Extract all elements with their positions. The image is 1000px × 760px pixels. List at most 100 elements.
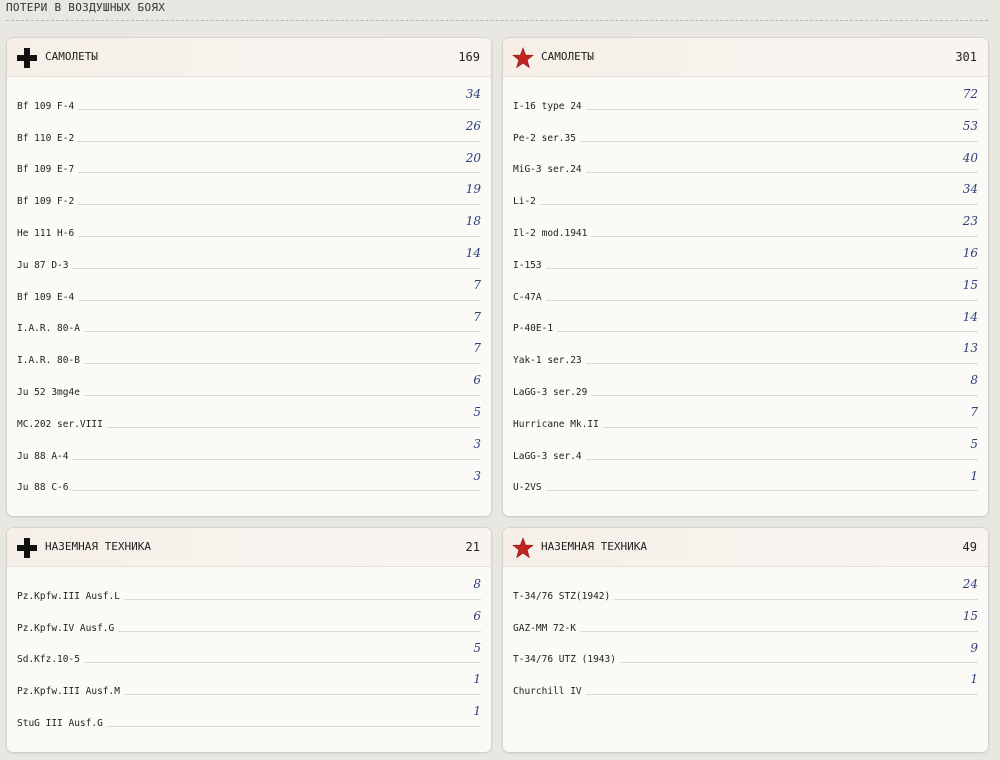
item-name: Ju 87 D-3 [17, 259, 69, 271]
item-name: T-34/76 UTZ (1943) [513, 654, 616, 666]
leader-line [591, 394, 978, 396]
row-list: T-34/76 STZ(1942) 24 GAZ-MM 72-K 15 T-34/76 … [513, 577, 978, 704]
item-count: 7 [473, 277, 481, 292]
item-count: 9 [970, 640, 978, 655]
item-count: 53 [962, 118, 978, 133]
list-item: P-40E-1 14 [513, 310, 978, 342]
list-item: Li-2 34 [513, 182, 978, 214]
leader-line [585, 363, 978, 365]
list-item: I-153 16 [513, 246, 978, 278]
card-total: 169 [458, 50, 480, 64]
item-name: Churchill IV [513, 686, 582, 698]
leader-line [72, 267, 481, 269]
item-name: I.A.R. 80-A [17, 323, 80, 335]
list-item: StuG III Ausf.G 1 [17, 704, 481, 736]
leader-line [78, 108, 481, 110]
item-name: I-16 type 24 [513, 100, 582, 112]
list-item: I.A.R. 80-B 7 [17, 341, 481, 373]
balkenkreuz-icon [17, 538, 37, 558]
item-count: 7 [473, 341, 481, 356]
item-name: C-47A [513, 291, 542, 303]
item-count: 3 [473, 468, 481, 483]
item-name: LaGG-3 ser.4 [513, 450, 582, 462]
list-item: He 111 H-6 18 [17, 214, 481, 246]
card-title: НАЗЕМНАЯ ТЕХНИКА [45, 540, 151, 553]
list-item: Ju 52 3mg4e 6 [17, 373, 481, 405]
list-item: Bf 109 F-4 34 [17, 87, 481, 119]
card-header: НАЗЕМНАЯ ТЕХНИКА 21 [7, 528, 491, 567]
item-name: GAZ-MM 72-K [513, 622, 576, 634]
list-item: C-47A 15 [513, 278, 978, 310]
item-name: Sd.Kfz.10-5 [17, 654, 80, 666]
card-soviet-aircraft: САМОЛЕТЫ 301 I-16 type 24 72 Pe-2 ser.35 53… [503, 38, 988, 516]
item-count: 13 [962, 341, 978, 356]
item-name: T-34/76 STZ(1942) [513, 590, 611, 602]
list-item: Bf 109 F-2 19 [17, 182, 481, 214]
card-title: САМОЛЕТЫ [541, 50, 594, 63]
list-item: Bf 110 E-2 26 [17, 119, 481, 151]
item-count: 15 [962, 277, 978, 292]
row-list: Bf 109 F-4 34 Bf 110 E-2 26 Bf 109 E-7 20 Bf 1… [17, 87, 481, 500]
item-name: MiG-3 ser.24 [513, 164, 582, 176]
item-count: 19 [465, 182, 481, 197]
list-item: T-34/76 UTZ (1943) 9 [513, 641, 978, 673]
leader-line [83, 363, 481, 365]
leader-line [118, 630, 481, 632]
item-count: 7 [473, 309, 481, 324]
item-name: Hurricane Mk.II [513, 418, 599, 430]
leader-line [83, 394, 481, 396]
list-item: LaGG-3 ser.4 5 [513, 437, 978, 469]
item-name: MC.202 ser.VIII [17, 418, 103, 430]
item-name: Yak-1 ser.23 [513, 355, 582, 367]
card-header: САМОЛЕТЫ 169 [7, 38, 491, 77]
balkenkreuz-icon [17, 48, 37, 68]
list-item: MiG-3 ser.24 40 [513, 151, 978, 183]
leader-line [585, 108, 978, 110]
item-count: 8 [473, 577, 481, 591]
list-item: Bf 109 E-4 7 [17, 278, 481, 310]
item-count: 1 [473, 704, 481, 719]
item-name: Pz.Kpfw.III Ausf.L [17, 590, 120, 602]
item-count: 1 [970, 672, 978, 687]
leader-line [585, 458, 978, 460]
item-count: 16 [962, 245, 978, 260]
item-count: 14 [962, 309, 978, 324]
row-list: Pz.Kpfw.III Ausf.L 8 Pz.Kpfw.IV Ausf.G 6 Sd.… [17, 577, 481, 736]
leader-line [83, 662, 481, 664]
item-name: Ju 88 A-4 [17, 450, 69, 462]
row-list: I-16 type 24 72 Pe-2 ser.35 53 MiG-3 ser.24 4… [513, 87, 978, 500]
card-total: 21 [465, 540, 480, 554]
card-soviet-ground: НАЗЕМНАЯ ТЕХНИКА 49 T-34/76 STZ(1942) 24 G… [503, 528, 988, 752]
leader-line [78, 299, 481, 301]
list-item: Ju 88 A-4 3 [17, 437, 481, 469]
item-count: 72 [962, 87, 978, 101]
item-name: I-153 [513, 259, 542, 271]
item-count: 6 [473, 373, 481, 388]
item-count: 18 [465, 214, 481, 229]
list-item: Ju 88 C-6 3 [17, 469, 481, 501]
leader-line [72, 458, 481, 460]
card-header: НАЗЕМНАЯ ТЕХНИКА 49 [503, 528, 988, 567]
list-item: Pz.Kpfw.IV Ausf.G 6 [17, 609, 481, 641]
section-title: ПОТЕРИ В ВОЗДУШНЫХ БОЯХ [6, 0, 988, 21]
item-name: Bf 110 E-2 [17, 132, 75, 144]
list-item: Hurricane Mk.II 7 [513, 405, 978, 437]
list-item: Il-2 mod.1941 23 [513, 214, 978, 246]
item-count: 40 [962, 150, 978, 165]
leader-line [72, 490, 481, 492]
leader-line [83, 331, 481, 333]
list-item: Yak-1 ser.23 13 [513, 341, 978, 373]
leader-line [579, 630, 978, 632]
list-item: U-2VS 1 [513, 469, 978, 501]
item-name: Bf 109 E-7 [17, 164, 75, 176]
item-count: 15 [962, 608, 978, 623]
leader-line [545, 490, 978, 492]
item-count: 24 [962, 577, 978, 591]
card-title: НАЗЕМНАЯ ТЕХНИКА [541, 540, 647, 553]
leader-line [545, 299, 978, 301]
leader-line [557, 331, 978, 333]
item-count: 5 [970, 436, 978, 451]
leader-line [602, 426, 978, 428]
item-name: Bf 109 E-4 [17, 291, 75, 303]
list-item: Pz.Kpfw.III Ausf.M 1 [17, 672, 481, 704]
